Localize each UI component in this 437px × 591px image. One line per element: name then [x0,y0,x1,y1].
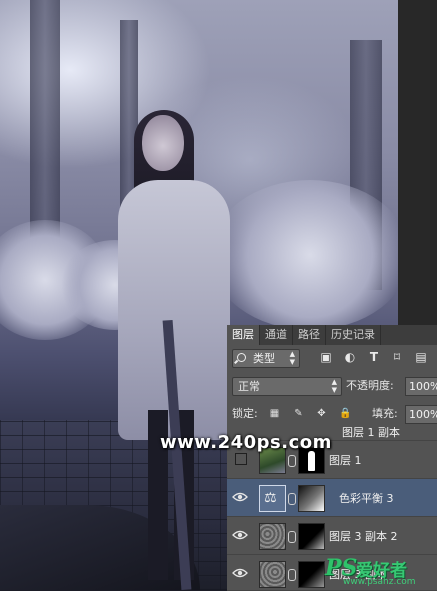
eye-icon[interactable] [232,567,248,579]
layer-row[interactable]: 图层 3 副本 2 [227,517,437,555]
bush [210,180,410,330]
panel-tabs: 图层 通道 路径 历史记录 [227,325,437,345]
site-watermark: www.240ps.com [160,432,332,453]
mask-silhouette [308,451,315,471]
lock-row: 锁定: ▦ ✎ ✥ 🔒 填充: 100% [227,401,437,427]
layer-mask-thumbnail [298,523,325,550]
layer-name: 色彩平衡 3 [339,492,394,505]
link-chain-icon [288,455,296,467]
brand-url: www.psahz.com [343,577,416,587]
tab-paths[interactable]: 路径 [293,325,326,345]
tab-layers[interactable]: 图层 [227,325,260,345]
blend-row: 正常 ▲▼ 不透明度: 100% [227,373,437,399]
lock-all-icon[interactable]: 🔒 [339,408,351,419]
layer-name: 图层 1 副本 [342,427,400,439]
layer-filter-select[interactable]: 类型 ▲ ▼ [232,349,300,368]
eye-icon[interactable] [232,491,248,503]
lock-position-icon[interactable]: ✥ [316,408,327,419]
tab-channels[interactable]: 通道 [260,325,293,345]
tab-history[interactable]: 历史记录 [326,325,381,345]
woman-figure [112,110,232,590]
smart-object-filter-icon[interactable]: ▤ [414,350,428,364]
opacity-input[interactable]: 100% [405,377,437,396]
lock-paint-icon[interactable]: ✎ [293,408,304,419]
adjustment-thumbnail: ⚖ [259,485,286,512]
filter-row: 类型 ▲ ▼ ▣ ◐ T ⌑ ▤ [227,345,437,371]
blend-mode-select[interactable]: 正常 ▲ ▼ [232,377,342,396]
updown-arrows-icon: ▲ ▼ [289,350,295,366]
lock-transparent-icon[interactable]: ▦ [269,408,280,419]
layer-thumbnail [259,561,286,588]
face [142,115,184,171]
workspace-edge [398,0,437,325]
visibility-toggle[interactable] [235,453,247,465]
fill-label: 填充: [372,407,398,420]
layer-thumbnail [259,523,286,550]
opacity-label: 不透明度: [346,379,394,392]
link-chain-icon [288,569,296,581]
layer-mask-thumbnail [298,561,325,588]
layer-row-selected[interactable]: ⚖ 色彩平衡 3 [227,479,437,517]
adjustment-filter-icon[interactable]: ◐ [343,350,357,364]
type-filter-icon[interactable]: T [367,350,381,364]
layer-name: 图层 3 副本 2 [329,530,398,543]
image-filter-icon[interactable]: ▣ [319,350,333,364]
layer-mask-thumbnail [298,485,325,512]
eye-icon[interactable] [232,529,248,541]
fill-input[interactable]: 100% [405,405,437,424]
layers-panel: 图层 通道 路径 历史记录 类型 ▲ ▼ ▣ ◐ T ⌑ ▤ 正常 ▲ ▼ 不透明度… [227,325,437,591]
updown-arrows-icon: ▲ ▼ [331,378,337,394]
lock-label: 锁定: [232,407,258,420]
shape-filter-icon[interactable]: ⌑ [390,350,404,364]
search-icon [237,353,246,362]
link-chain-icon [288,531,296,543]
balance-scale-icon: ⚖ [264,490,277,506]
link-chain-icon [288,493,296,505]
layer-name: 图层 1 [329,454,362,467]
